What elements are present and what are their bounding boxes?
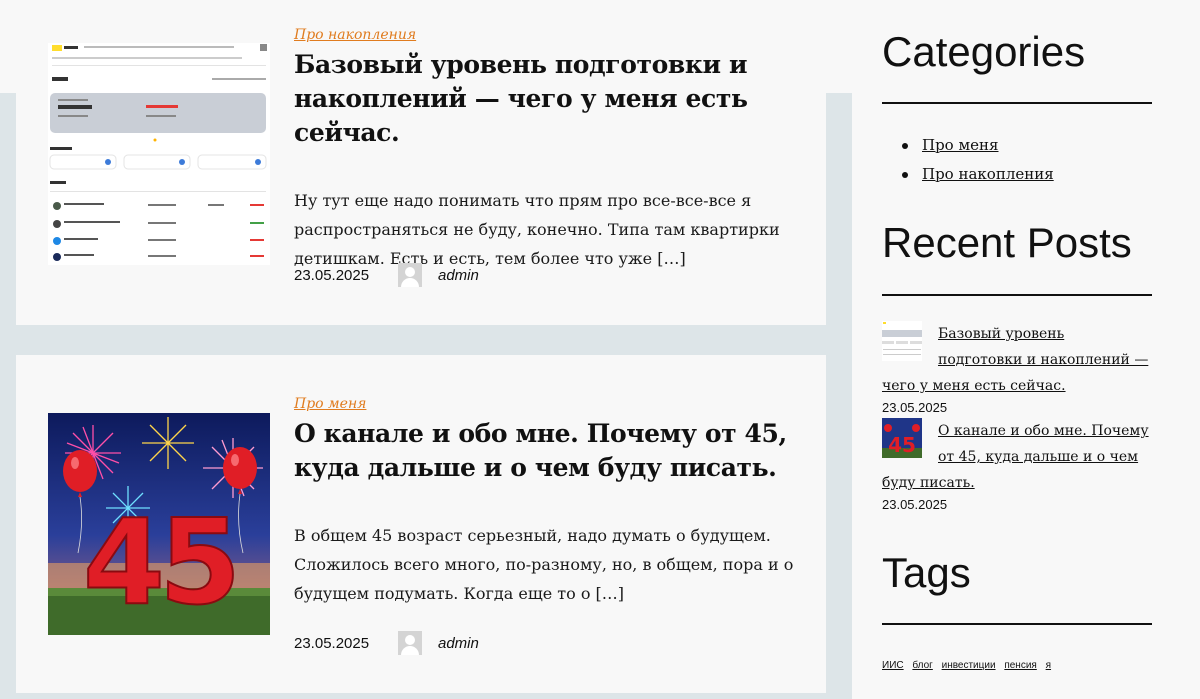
- tag-link[interactable]: я: [1046, 660, 1051, 671]
- recent-post-date: 23.05.2025: [882, 400, 948, 415]
- post-content: Про меня О канале и обо мне. Почему от 4…: [294, 393, 794, 608]
- post-title[interactable]: О канале и обо мне. Почему от 45, куда д…: [294, 417, 794, 485]
- post-category-link[interactable]: Про меня: [294, 395, 366, 413]
- post-author[interactable]: admin: [438, 635, 479, 652]
- post-thumbnail[interactable]: [48, 43, 270, 265]
- author-avatar: [398, 631, 422, 655]
- recent-post-item: 45 О канале и обо мне. Почему от 45, куд…: [882, 418, 1152, 514]
- tag-cloud: ИИС блог инвестиции пенсия я: [882, 660, 1057, 671]
- post-excerpt: В общем 45 возраст серьезный, надо думат…: [294, 526, 794, 603]
- tags-widget-title: Tags: [882, 549, 971, 596]
- posts-column: Про накопления Базовый уровень подготовк…: [16, 0, 826, 699]
- recent-post-item: Базовый уровень подготовки и накоплений …: [882, 321, 1152, 417]
- divider: [882, 102, 1152, 104]
- tag-link[interactable]: блог: [912, 660, 932, 671]
- bank-app-screenshot-image: [48, 43, 270, 265]
- recent-post-thumbnail[interactable]: 45: [882, 418, 922, 458]
- post-date: 23.05.2025: [294, 634, 370, 652]
- post-title[interactable]: Базовый уровень подготовки и накоплений …: [294, 48, 794, 150]
- svg-text:45: 45: [83, 493, 235, 631]
- post-card: 45 Про меня О канале и обо мне. Почему о…: [16, 355, 826, 693]
- fireworks-45-image: 45: [48, 413, 270, 635]
- post-card: Про накопления Базовый уровень подготовк…: [16, 0, 826, 325]
- post-meta: 23.05.2025 admin: [294, 261, 479, 289]
- recent-post-date: 23.05.2025: [882, 497, 948, 512]
- post-date: 23.05.2025: [294, 266, 370, 284]
- category-item: Про меня: [882, 131, 1054, 160]
- svg-text:45: 45: [888, 433, 916, 457]
- categories-widget-title: Categories: [882, 28, 1086, 75]
- post-category-link[interactable]: Про накопления: [294, 26, 416, 44]
- post-meta: 23.05.2025 admin: [294, 629, 479, 657]
- tag-link[interactable]: пенсия: [1004, 660, 1037, 671]
- category-item: Про накопления: [882, 160, 1054, 189]
- post-excerpt: Ну тут еще надо понимать что прям про вс…: [294, 191, 780, 268]
- author-avatar: [398, 263, 422, 287]
- post-content: Про накопления Базовый уровень подготовк…: [294, 24, 794, 273]
- divider: [882, 623, 1152, 625]
- tag-link[interactable]: инвестиции: [942, 660, 996, 671]
- post-thumbnail[interactable]: 45: [48, 413, 270, 635]
- sidebar: Categories Про меня Про накопления Recen…: [852, 0, 1200, 699]
- category-link-savings[interactable]: Про накопления: [922, 165, 1054, 183]
- category-link-me[interactable]: Про меня: [922, 136, 999, 154]
- recent-posts-widget-title: Recent Posts: [882, 219, 1132, 266]
- post-author[interactable]: admin: [438, 267, 479, 284]
- divider: [882, 294, 1152, 296]
- categories-list: Про меня Про накопления: [882, 131, 1054, 189]
- tag-link[interactable]: ИИС: [882, 660, 904, 671]
- recent-post-thumbnail[interactable]: [882, 321, 922, 361]
